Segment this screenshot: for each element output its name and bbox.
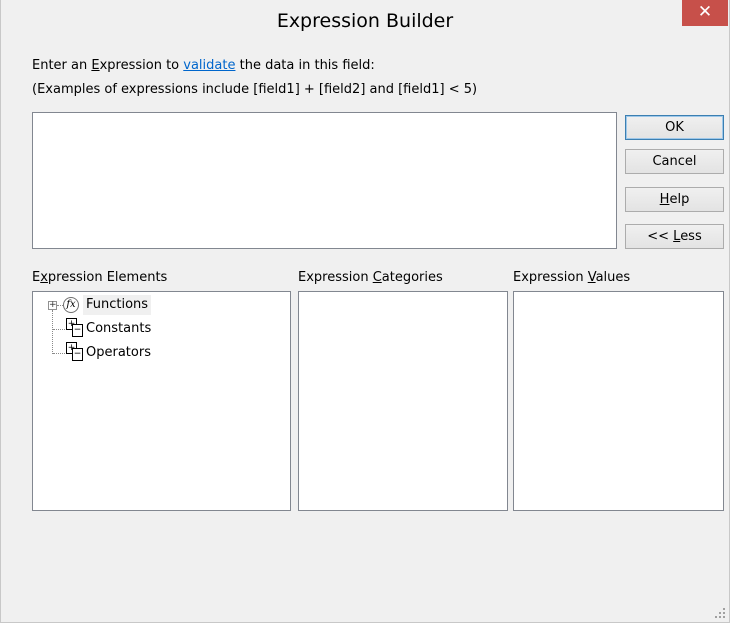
less-button[interactable]: << Less bbox=[625, 224, 724, 249]
ok-button[interactable]: OK bbox=[625, 115, 724, 140]
close-icon: ✕ bbox=[697, 2, 713, 22]
expression-values-label: Expression Values bbox=[513, 270, 631, 285]
resize-grip-icon[interactable] bbox=[715, 608, 725, 618]
expression-elements-label: Expression Elements bbox=[32, 270, 168, 285]
tree-connector bbox=[53, 329, 65, 330]
expression-input[interactable] bbox=[32, 112, 617, 249]
window-title: Expression Builder bbox=[276, 10, 454, 32]
prompt-line-2: (Examples of expressions include [field1… bbox=[32, 82, 478, 97]
tree-item-operators[interactable]: Operators bbox=[83, 343, 154, 363]
help-button[interactable]: Help bbox=[625, 187, 724, 212]
tree-connector bbox=[52, 310, 53, 354]
tree-connector bbox=[53, 353, 65, 354]
expression-builder-dialog: Expression Builder ✕ Enter an Expression… bbox=[0, 0, 730, 623]
fx-icon: fx bbox=[63, 297, 79, 313]
expression-values-list[interactable] bbox=[513, 291, 724, 511]
tree-item-constants[interactable]: Constants bbox=[83, 319, 154, 339]
expression-elements-tree[interactable]: + fx Functions +− Constants +− Operators bbox=[32, 291, 291, 511]
validate-link[interactable]: validate bbox=[183, 58, 235, 73]
close-button[interactable]: ✕ bbox=[682, 0, 728, 26]
expression-categories-list[interactable] bbox=[298, 291, 508, 511]
cancel-button[interactable]: Cancel bbox=[625, 149, 724, 174]
title-bar[interactable]: Expression Builder ✕ bbox=[1, 0, 729, 49]
prompt-line-1: Enter an Expression to validate the data… bbox=[32, 58, 375, 73]
functions-expander[interactable]: + bbox=[48, 301, 57, 310]
tree-item-functions[interactable]: Functions bbox=[83, 295, 152, 315]
expression-categories-label: Expression Categories bbox=[298, 270, 443, 285]
